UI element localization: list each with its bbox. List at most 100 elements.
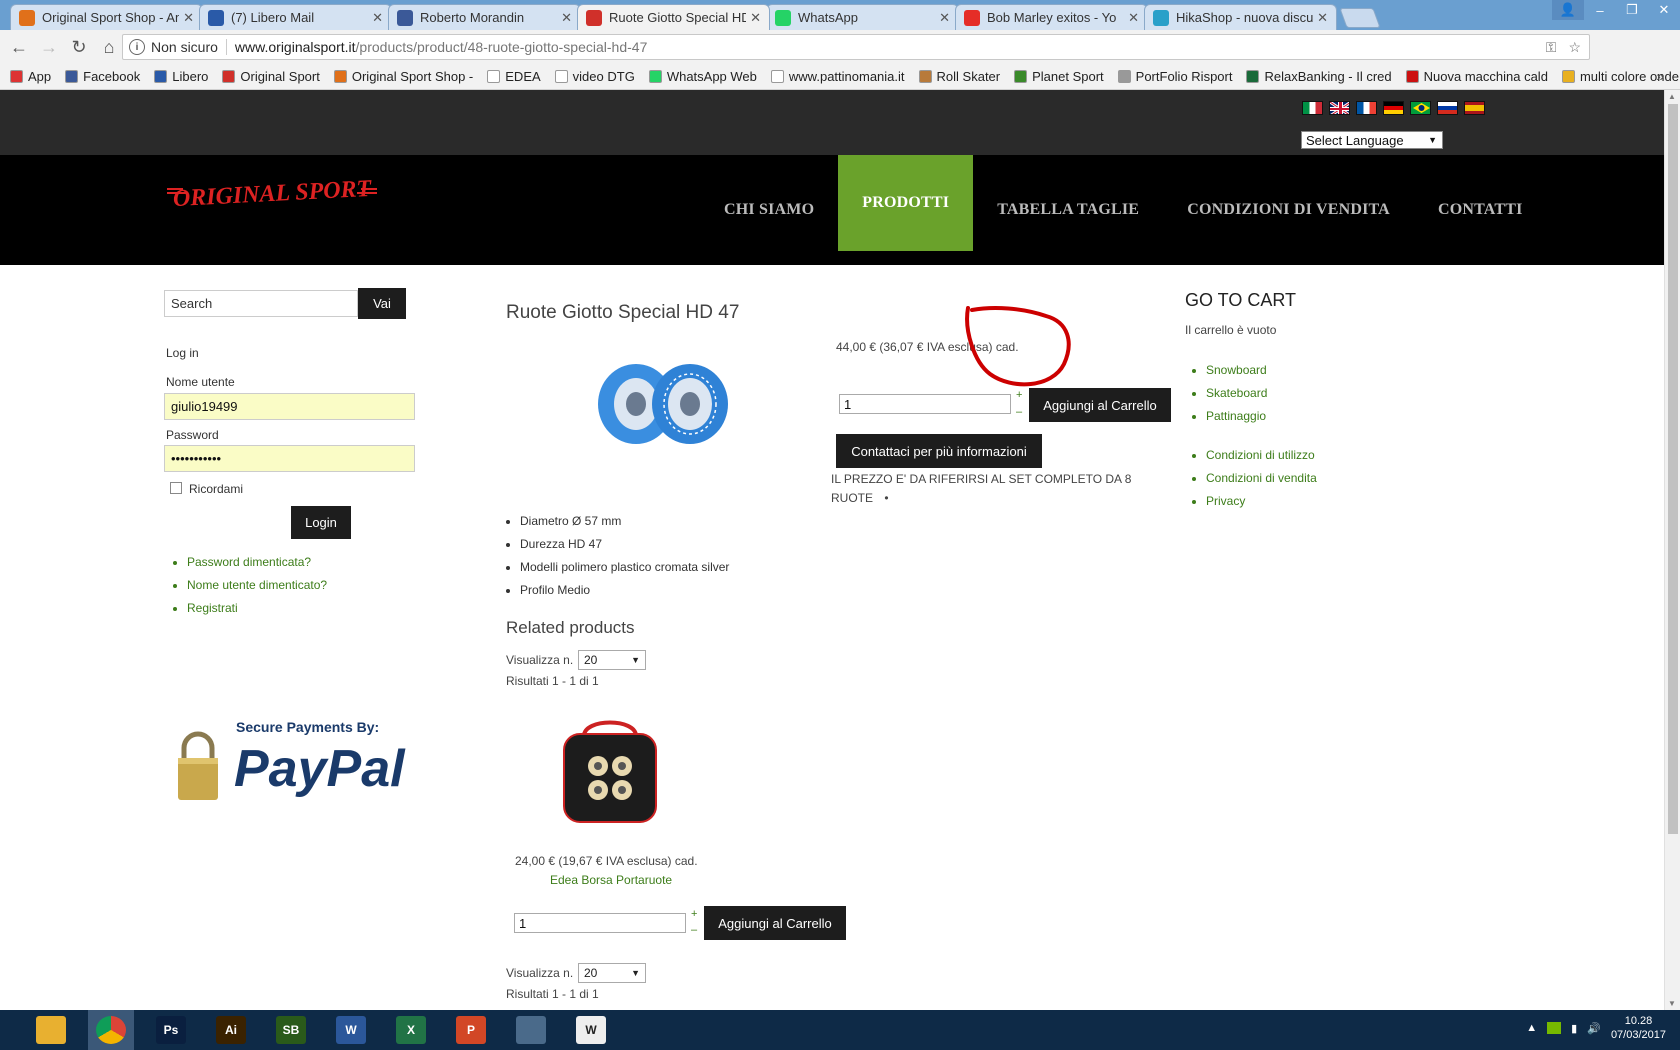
user-icon[interactable]: 👤 [1552,0,1584,20]
product-image[interactable] [590,352,740,456]
bookmarks-more-icon[interactable]: » [1656,68,1664,84]
cart-title[interactable]: GO TO CART [1185,290,1296,311]
clock[interactable]: 10.28 07/03/2017 [1611,1014,1666,1042]
minimize-icon[interactable]: – [1584,0,1616,20]
nvidia-icon[interactable] [1547,1022,1562,1034]
network-icon[interactable]: ▮ [1571,1022,1577,1035]
quantity-input[interactable]: 1 [839,394,1011,414]
username-field[interactable]: giulio19499 [164,393,415,420]
info-icon[interactable]: i [129,39,145,55]
flag-es-icon[interactable] [1464,101,1485,115]
bookmark-item[interactable]: Roll Skater [918,69,1000,84]
flag-de-icon[interactable] [1383,101,1404,115]
close-tab-icon[interactable]: ✕ [561,10,572,26]
related-add-to-cart-button[interactable]: Aggiungi al Carrello [704,906,846,940]
bookmark-star-icon[interactable]: ☆ [1568,39,1581,56]
bookmark-item[interactable]: www.pattinomania.it [770,69,905,84]
taskbar-file-explorer-button[interactable] [28,1010,74,1050]
taskbar-excel-button[interactable]: X [388,1010,434,1050]
bookmark-item[interactable]: Nuova macchina cald [1405,69,1548,84]
nav-item[interactable]: CONTATTI [1414,162,1547,259]
close-tab-icon[interactable]: ✕ [750,10,761,26]
contact-button[interactable]: Contattaci per più informazioni [836,434,1042,468]
nav-item[interactable]: TABELLA TAGLIE [973,162,1163,259]
flag-it-icon[interactable] [1302,101,1323,115]
category-link[interactable]: Snowboard [1206,362,1267,385]
bookmark-item[interactable]: RelaxBanking - Il cred [1246,69,1392,84]
quantity-minus-icon[interactable]: – [691,924,697,936]
close-tab-icon[interactable]: ✕ [1317,10,1328,26]
flag-pt-icon[interactable] [1410,101,1431,115]
related-product-image[interactable] [550,710,670,830]
bookmark-item[interactable]: Libero [154,69,208,84]
taskbar-word-button[interactable]: W [328,1010,374,1050]
scroll-thumb[interactable] [1668,104,1678,834]
flag-ru-icon[interactable] [1437,101,1458,115]
forward-icon[interactable]: → [34,32,64,62]
quantity-minus-icon[interactable]: – [1016,406,1022,418]
login-help-link[interactable]: Nome utente dimenticato? [187,577,327,600]
taskbar-chrome-button[interactable] [88,1010,134,1050]
taskbar-powerpoint-button[interactable]: P [448,1010,494,1050]
reload-icon[interactable]: ↻ [64,32,94,62]
taskbar-illustrator-button[interactable]: Ai [208,1010,254,1050]
nav-item[interactable]: PRODOTTI [838,155,974,251]
browser-tab[interactable]: Roberto Morandin ✕ [388,4,581,30]
login-help-link[interactable]: Password dimenticata? [187,554,327,577]
tray-expand-icon[interactable]: ▲ [1526,1022,1537,1034]
page-scrollbar[interactable]: ▲ ▼ [1664,90,1680,1010]
address-bar[interactable]: i Non sicuro www.originalsport.it/produc… [122,34,1590,60]
bookmark-item[interactable]: video DTG [554,69,635,84]
taskbar-sb-button[interactable]: SB [268,1010,314,1050]
flag-en-icon[interactable] [1329,101,1350,115]
login-help-link[interactable]: Registrati [187,600,327,623]
bookmark-item[interactable]: PortFolio Risport [1117,69,1232,84]
close-tab-icon[interactable]: ✕ [183,10,194,26]
search-button[interactable]: Vai [358,288,406,319]
bookmark-item[interactable]: App [10,69,51,84]
browser-tab[interactable]: WhatsApp ✕ [766,4,959,30]
quantity-plus-icon[interactable]: + [1016,389,1022,401]
scroll-up-icon[interactable]: ▲ [1668,92,1676,101]
bookmark-item[interactable]: EDEA [487,69,541,84]
browser-tab[interactable]: Ruote Giotto Special HD ✕ [577,4,770,30]
info-link[interactable]: Condizioni di utilizzo [1206,447,1317,470]
remember-checkbox[interactable] [170,482,182,494]
quantity-plus-icon[interactable]: + [691,908,697,920]
show-select-bottom[interactable]: 20 ▼ [578,963,646,983]
home-icon[interactable]: ⌂ [94,32,124,62]
volume-icon[interactable]: 🔊 [1587,1022,1601,1035]
browser-tab[interactable]: (7) Libero Mail ✕ [199,4,392,30]
login-button[interactable]: Login [291,506,351,539]
info-link[interactable]: Condizioni di vendita [1206,470,1317,493]
add-to-cart-button[interactable]: Aggiungi al Carrello [1029,388,1171,422]
browser-tab[interactable]: Original Sport Shop - Am ✕ [10,4,203,30]
password-field[interactable]: ••••••••••• [164,445,415,472]
flag-fr-icon[interactable] [1356,101,1377,115]
category-link[interactable]: Pattinaggio [1206,408,1267,431]
close-tab-icon[interactable]: ✕ [1128,10,1139,26]
new-tab-button[interactable] [1339,8,1381,28]
category-link[interactable]: Skateboard [1206,385,1267,408]
bookmark-item[interactable]: Planet Sport [1014,69,1104,84]
nav-item[interactable]: CHI SIAMO [700,162,838,259]
restore-icon[interactable]: ❐ [1616,0,1648,20]
search-input[interactable]: Search [164,290,358,317]
close-window-icon[interactable]: ✕ [1648,0,1680,20]
info-link[interactable]: Privacy [1206,493,1317,516]
taskbar-photoshop-button[interactable]: Ps [148,1010,194,1050]
related-product-name[interactable]: Edea Borsa Portaruote [550,873,672,887]
bookmark-item[interactable]: Original Sport [222,69,320,84]
close-tab-icon[interactable]: ✕ [372,10,383,26]
language-select[interactable]: Select Language ▼ [1301,131,1443,149]
related-quantity-input[interactable]: 1 [514,913,686,933]
key-icon[interactable]: ⚿ [1546,39,1557,56]
browser-tab[interactable]: HikaShop - nuova discus ✕ [1144,4,1337,30]
back-icon[interactable]: ← [4,32,34,62]
bookmark-item[interactable]: Facebook [65,69,140,84]
show-select[interactable]: 20 ▼ [578,650,646,670]
taskbar-w-app-button[interactable]: W [568,1010,614,1050]
browser-tab[interactable]: Bob Marley exitos - Yo ✕ [955,4,1148,30]
bookmark-item[interactable]: WhatsApp Web [648,69,757,84]
scroll-down-icon[interactable]: ▼ [1668,999,1676,1008]
